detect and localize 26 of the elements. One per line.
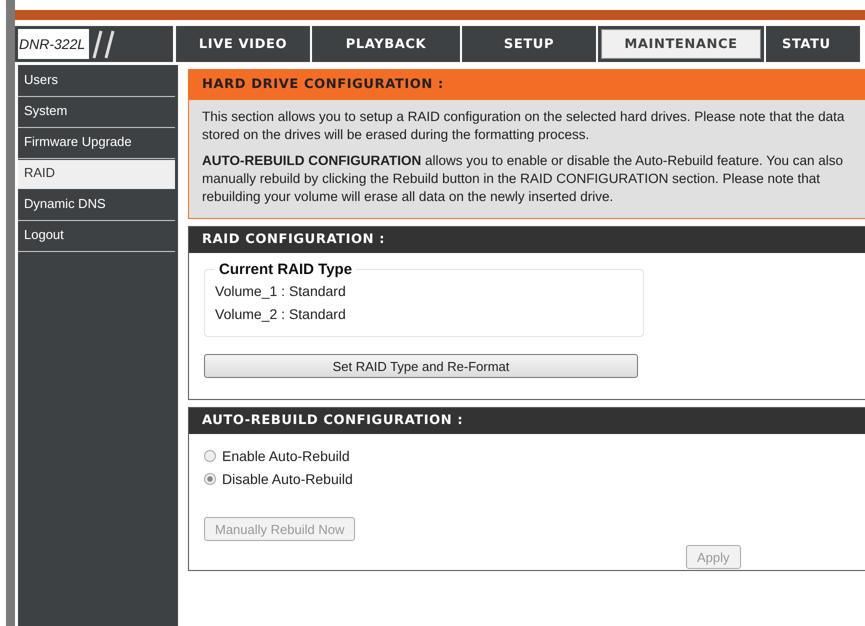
option-label: Enable Auto-Rebuild xyxy=(222,448,350,464)
nav-tab[interactable]: PLAYBACK xyxy=(312,26,460,62)
volume-label: Volume_2 : Standard xyxy=(215,305,347,324)
group-title: Current RAID Type xyxy=(218,261,354,278)
nav-tab[interactable]: SETUP xyxy=(462,26,596,62)
sidebar-item[interactable]: Dynamic DNS xyxy=(18,191,175,221)
slashes-icon xyxy=(91,29,118,59)
nav-tab[interactable]: STATU xyxy=(766,26,860,62)
section-title: AUTO-REBUILD CONFIGURATION : xyxy=(189,408,865,434)
sidebar-item[interactable]: System xyxy=(18,98,175,128)
section-title: RAID CONFIGURATION : xyxy=(189,227,865,253)
nav-tab[interactable]: MAINTENANCE xyxy=(598,26,764,62)
sidebar-item[interactable]: RAID xyxy=(18,160,175,190)
sidebar-item[interactable]: Users xyxy=(18,67,175,97)
set-raid-button[interactable]: Set RAID Type and Re-Format xyxy=(204,354,638,378)
sidebar-item[interactable]: Logout xyxy=(18,222,175,252)
radio-button[interactable] xyxy=(204,472,216,484)
nav-tab[interactable]: LIVE VIDEO xyxy=(176,26,310,62)
sidebar-item[interactable]: Firmware Upgrade xyxy=(18,129,175,159)
radio-button[interactable] xyxy=(204,450,216,462)
option-label: Disable Auto-Rebuild xyxy=(222,470,353,486)
logo: DNR-322L xyxy=(15,26,173,62)
section-title: HARD DRIVE CONFIGURATION : xyxy=(189,70,865,100)
volume-label: Volume_1 : Standard xyxy=(215,282,347,301)
paragraph: This section allows you to setup a RAID configuration on the selected hard drives. Please note that the data stored on the drives will be erased during the formatting process. xyxy=(202,108,846,144)
paragraph: AUTO-REBUILD CONFIGURATION allows you to enable or disable the Auto-Rebuild feature. You can also manually rebuild by clicking the Rebuild button in the RAID CONFIGURATION section. Please note that rebuilding your volume will erase all data on the newly inserted drive. xyxy=(202,152,844,206)
